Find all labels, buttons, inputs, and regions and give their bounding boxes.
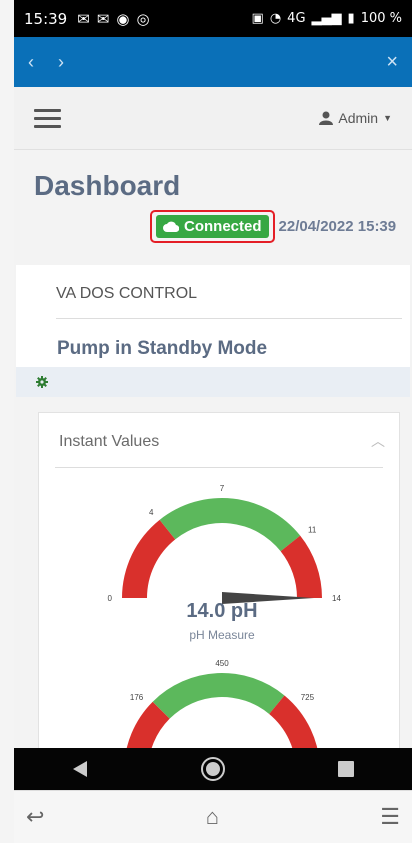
control-heading: VA DOS CONTROL — [56, 285, 198, 302]
gauge2-tick: 176 — [130, 693, 144, 702]
gauge1-band-low — [122, 519, 176, 598]
connection-highlight: Connected — [150, 210, 275, 243]
nav-back-button[interactable] — [66, 761, 94, 777]
cast-icon: ▣ — [251, 11, 264, 26]
phone-screen: 15:39 ✉ ✉ ◉ ◎ ▣ ◔ 4G ▂▄▆ ▮ 100 % ‹ › × A… — [14, 0, 412, 790]
nav-recents-button[interactable] — [332, 761, 360, 777]
browser-icon: ◉ — [116, 9, 130, 28]
instant-values-card: Instant Values ︿ 0 4 7 11 14 14.0 pH pH Meas… — [38, 412, 400, 790]
status-bar: 15:39 ✉ ✉ ◉ ◎ ▣ ◔ 4G ▂▄▆ ▮ 100 % — [14, 0, 412, 37]
whatsapp-icon: ◎ — [136, 9, 150, 28]
home-icon[interactable]: ⌂ — [206, 804, 219, 830]
user-icon — [319, 111, 334, 125]
gauge2-band-ok — [152, 673, 285, 719]
control-card: VA DOS CONTROL Pump in Standby Mode — [16, 265, 410, 367]
back-button[interactable]: ‹ — [28, 52, 34, 73]
gauge1-tick: 7 — [220, 484, 225, 493]
android-nav-bar — [14, 748, 412, 790]
connection-label: Connected — [184, 218, 262, 235]
network-type: 4G — [287, 11, 306, 26]
signal-icon: ▂▄▆ — [311, 11, 342, 26]
gauge2-tick: 725 — [301, 693, 315, 702]
user-name: Admin — [338, 110, 379, 126]
forward-button[interactable]: › — [58, 52, 64, 73]
user-menu[interactable]: Admin ▼ — [319, 110, 392, 126]
menu-icon[interactable] — [34, 108, 61, 128]
gear-icon[interactable] — [36, 376, 48, 388]
status-right: ▣ ◔ 4G ▂▄▆ ▮ 100 % — [252, 11, 402, 26]
gauge2-tick: 450 — [215, 659, 229, 668]
battery-level: 100 % — [360, 11, 402, 26]
nav-home-button[interactable] — [199, 756, 227, 782]
mail-icon: ✉ — [77, 9, 90, 28]
close-button[interactable]: × — [386, 51, 398, 74]
browser-navbar: ‹ › × — [14, 37, 412, 87]
mail-icon: ✉ — [96, 9, 110, 28]
status-badge: Connected — [156, 215, 269, 238]
gauge1-band-ok — [159, 498, 301, 552]
gauge1-tick: 4 — [149, 508, 154, 517]
caret-down-icon: ▼ — [383, 113, 392, 123]
gauges: 0 4 7 11 14 14.0 pH pH Measure 176 450 725 — [108, 484, 341, 771]
gauge1-tick: 0 — [108, 594, 113, 603]
left-frame — [0, 0, 14, 843]
browser-footer: ↩ ⌂ ☰ — [14, 790, 412, 843]
connection-datetime: 22/04/2022 15:39 — [278, 218, 397, 235]
gauge1-value: 14.0 pH — [186, 600, 257, 622]
status-time: 15:39 — [24, 9, 68, 28]
menu-list-icon[interactable]: ☰ — [380, 804, 400, 830]
wifi-icon: ◔ — [269, 11, 282, 26]
gauge1-tick: 14 — [332, 594, 341, 603]
pump-mode: Pump in Standby Mode — [57, 338, 268, 359]
app-topbar: Admin ▼ — [14, 87, 412, 150]
gauge1-label: pH Measure — [189, 628, 255, 642]
cloud-icon — [163, 221, 179, 232]
gauge1-tick: 11 — [308, 525, 317, 534]
notification-icons: ✉ ✉ ◉ ◎ — [77, 10, 149, 28]
undo-icon[interactable]: ↩ — [26, 804, 44, 830]
connection-row: Connected 22/04/2022 15:39 — [150, 210, 396, 243]
battery-icon: ▮ — [347, 11, 355, 26]
settings-row — [16, 367, 410, 397]
page-title: Dashboard — [34, 170, 181, 201]
